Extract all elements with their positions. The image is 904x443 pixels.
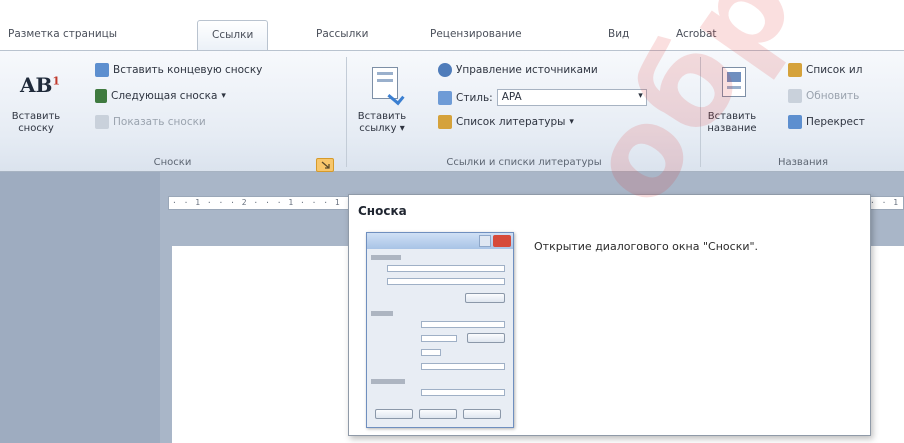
update-table-button[interactable]: Обновить (788, 89, 859, 103)
show-notes-icon (95, 115, 109, 129)
footnote-dialog-preview (366, 232, 514, 428)
caption-icon (722, 67, 746, 97)
bibliography-icon (438, 115, 452, 129)
dialog-titlebar (367, 233, 513, 249)
ribbon-tab-strip: Разметка страницы Ссылки Рассылки Реценз… (0, 0, 904, 52)
style-selector: Стиль: APA ▾ (438, 89, 647, 106)
tab-acrobat[interactable]: Acrobat (676, 28, 717, 50)
ribbon: AB1 Вставить сноску Вставить концевую сн… (0, 50, 904, 172)
cross-reference-button[interactable]: Перекрест (788, 115, 865, 129)
tab-view[interactable]: Вид (608, 28, 629, 50)
citations-group-label: Ссылки и списки литературы (446, 157, 602, 168)
left-margin-area (0, 172, 160, 443)
insert-caption-label: Вставить название (707, 111, 757, 134)
citation-icon (372, 67, 405, 106)
chevron-down-icon: ▾ (569, 117, 574, 127)
style-icon (438, 90, 452, 105)
insert-citation-button[interactable]: Вставить ссылку ▾ (354, 59, 410, 149)
next-footnote-button[interactable]: Следующая сноска ▾ (95, 89, 226, 103)
tooltip-description: Открытие диалогового окна "Сноски". (534, 240, 759, 253)
help-icon (479, 235, 491, 247)
insert-footnote-label: Вставить сноску (11, 111, 61, 134)
captions-group: Вставить название Список ил Обновить Пер… (702, 51, 904, 172)
insert-endnote-button[interactable]: Вставить концевую сноску (95, 63, 262, 77)
cross-reference-icon (788, 115, 802, 129)
tab-page-layout[interactable]: Разметка страницы (8, 28, 117, 50)
chevron-down-icon: ▾ (638, 91, 643, 101)
dialog-launcher-icon[interactable] (316, 158, 334, 172)
footnote-tooltip: Сноска Открытие диалогового окна "Сноски… (348, 194, 871, 436)
tab-review[interactable]: Рецензирование (430, 28, 522, 50)
table-of-figures-icon (788, 63, 802, 77)
chevron-down-icon: ▾ (221, 91, 226, 101)
insert-footnote-button[interactable]: AB1 Вставить сноску (4, 59, 68, 149)
next-footnote-icon (95, 89, 107, 103)
group-divider (700, 57, 701, 167)
citations-group: Вставить ссылку ▾ Управление источниками… (348, 51, 700, 172)
update-table-icon (788, 89, 802, 103)
manage-sources-button[interactable]: Управление источниками (438, 63, 598, 77)
endnote-icon (95, 63, 109, 77)
bibliography-button[interactable]: Список литературы ▾ (438, 115, 574, 129)
tab-references[interactable]: Ссылки (197, 20, 269, 52)
manage-sources-icon (438, 63, 452, 77)
table-of-figures-button[interactable]: Список ил (788, 63, 862, 77)
footnote-ab-icon: AB1 (20, 73, 61, 97)
insert-caption-button[interactable]: Вставить название (704, 59, 760, 149)
style-dropdown[interactable]: APA ▾ (496, 89, 647, 106)
footnotes-group-label: Сноски (153, 157, 192, 168)
footnotes-group: AB1 Вставить сноску Вставить концевую сн… (0, 51, 345, 172)
show-notes-button[interactable]: Показать сноски (95, 115, 206, 129)
chevron-down-icon: ▾ (399, 123, 405, 134)
close-icon (493, 235, 511, 247)
captions-group-label: Названия (777, 157, 829, 168)
group-divider (346, 57, 347, 167)
tooltip-title: Сноска (358, 204, 407, 218)
insert-citation-label: Вставить ссылку ▾ (357, 111, 407, 134)
tab-mailings[interactable]: Рассылки (316, 28, 368, 50)
